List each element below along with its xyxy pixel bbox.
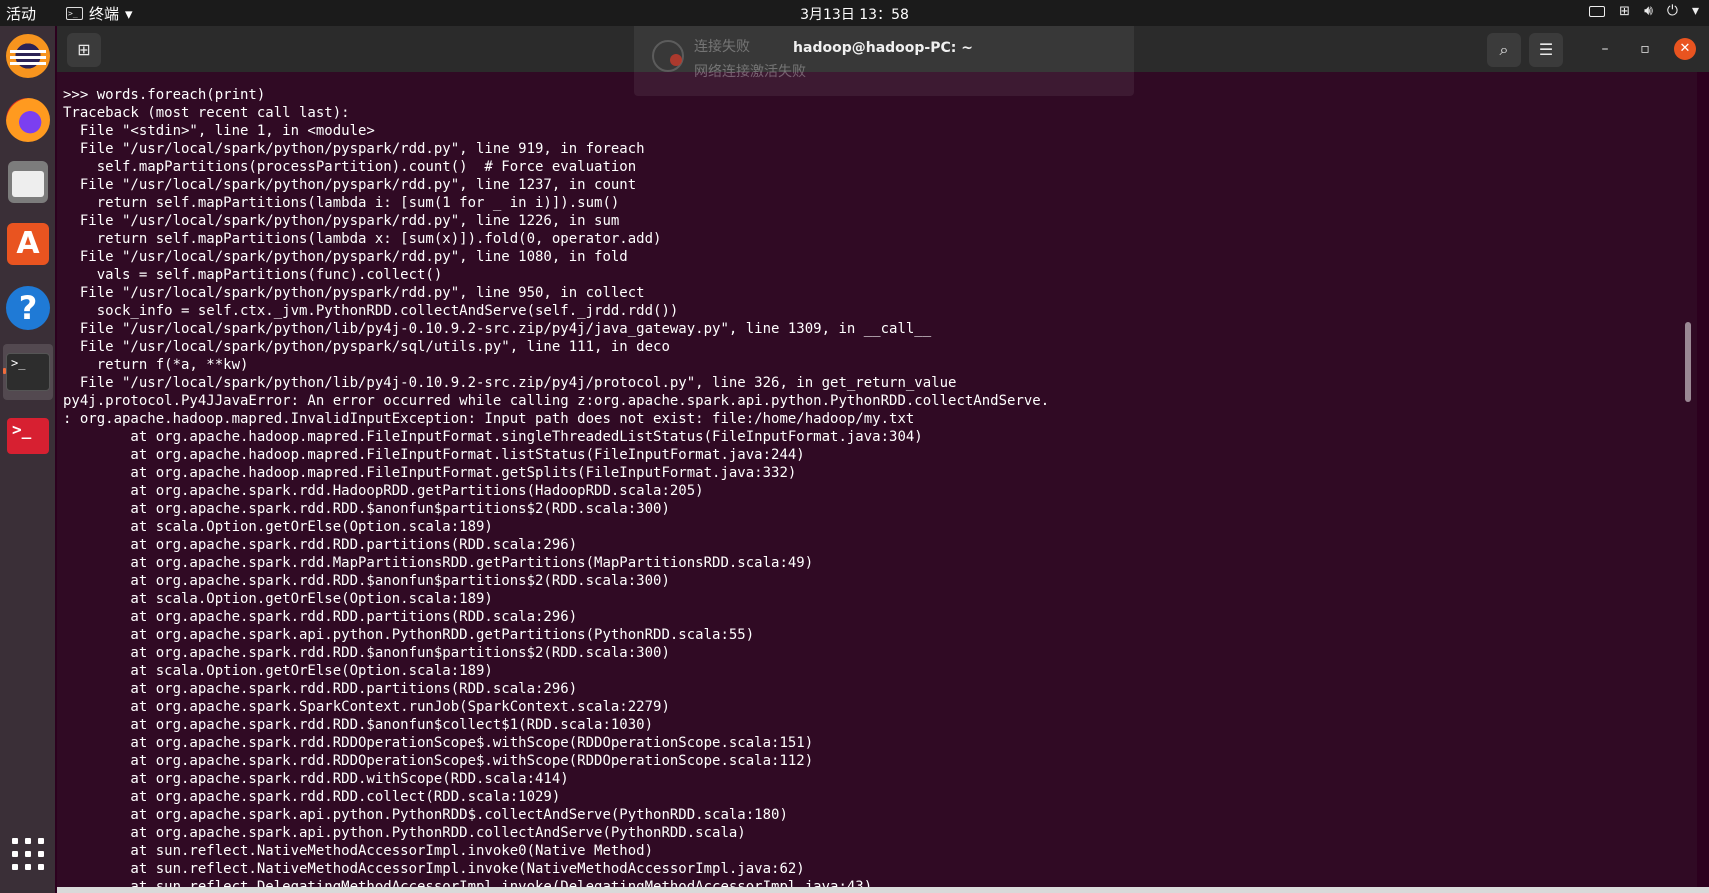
clock[interactable]: 3月13日 13：58 [800,7,909,23]
terminal-icon: >_ [6,353,50,391]
terminal-line: self.mapPartitions(processPartition).cou… [63,159,637,175]
new-tab-icon: ⊞ [77,40,91,59]
search-icon: ⌕ [1499,40,1509,59]
terminal-line: at org.apache.spark.rdd.RDD.collect(RDD.… [63,789,561,805]
maximize-button[interactable]: ▫ [1634,38,1656,60]
keyboard-icon[interactable] [1589,5,1606,17]
hamburger-menu-icon: ☰ [1538,40,1554,59]
help-icon: ? [6,286,50,330]
dock-item-software[interactable]: A [3,216,53,272]
notification-title: 连接失败 [694,39,750,55]
terminal-line: at org.apache.spark.rdd.RDDOperationScop… [63,735,814,751]
app-grid-icon [12,838,44,870]
terminal-line: at org.apache.hadoop.mapred.FileInputFor… [63,429,923,445]
terminal-line: at org.apache.spark.api.python.PythonRDD… [63,807,788,823]
terminal-line: at org.apache.spark.rdd.RDD.$anonfun$par… [63,501,670,517]
chevron-down-icon: ▾ [125,4,133,23]
terminal-line: File "/usr/local/spark/python/lib/py4j-0… [63,375,957,391]
app-menu[interactable]: >_ 终端 ▾ [66,3,133,24]
terminal-line: File "/usr/local/spark/python/pyspark/rd… [63,213,620,229]
terminal-line: at sun.reflect.NativeMethodAccessorImpl.… [63,861,805,877]
terminal-line: at org.apache.hadoop.mapred.FileInputFor… [63,465,797,481]
notification-popup[interactable]: 连接失败 网络连接激活失败 [634,26,1134,96]
terminal-line: at org.apache.spark.api.python.PythonRDD… [63,627,755,643]
terminal-line: at org.apache.spark.rdd.RDDOperationScop… [63,753,814,769]
firefox-icon [6,98,50,142]
running-indicator [3,368,6,374]
terminal-line: py4j.protocol.Py4JJavaError: An error oc… [63,393,1050,409]
terminal-line: at org.apache.spark.rdd.RDD.$anonfun$par… [63,573,670,589]
dock-item-firefox[interactable] [3,92,53,148]
notification-body: 网络连接激活失败 [694,64,806,80]
terminal-line: at org.apache.spark.rdd.HadoopRDD.getPar… [63,483,704,499]
dock-item-files[interactable] [3,154,53,210]
power-icon[interactable]: ⏻ [1667,3,1678,19]
terminal-line: at org.apache.spark.rdd.MapPartitionsRDD… [63,555,814,571]
terminal-line: at sun.reflect.DelegatingMethodAccessorI… [63,879,873,887]
close-icon: ✕ [1679,41,1691,56]
terminal-line: vals = self.mapPartitions(func).collect(… [63,267,443,283]
terminal-small-icon: >_ [66,7,83,20]
terminal-lines: >>> words.foreach(print) Traceback (most … [63,86,1049,887]
dock-item-eclipse[interactable] [3,28,53,84]
terminal-line: File "/usr/local/spark/python/pyspark/rd… [63,249,628,265]
terminal-line: at sun.reflect.NativeMethodAccessorImpl.… [63,843,654,859]
terminal-line: File "/usr/local/spark/python/lib/py4j-0… [63,321,932,337]
clock-container: 3月13日 13：58 [0,4,1709,24]
terminal-line: at org.apache.spark.api.python.PythonRDD… [63,825,746,841]
terminal-output[interactable]: >>> words.foreach(print) Traceback (most … [57,72,1697,887]
eclipse-icon [6,34,50,78]
maximize-icon: ▫ [1640,41,1650,57]
terminal-line: return self.mapPartitions(lambda x: [sum… [63,231,662,247]
files-icon [8,161,48,203]
minimize-icon: – [1601,41,1609,57]
terminal-line: return f(*a, **kw) [63,357,249,373]
terminal-line: : org.apache.hadoop.mapred.InvalidInputE… [63,411,915,427]
network-icon[interactable]: ⊞ [1619,4,1630,19]
terminal-line: at org.apache.spark.rdd.RDD.partitions(R… [63,681,578,697]
dock-item-app-grid[interactable] [3,826,53,882]
terminal-line: at scala.Option.getOrElse(Option.scala:1… [63,519,493,535]
dock-item-help[interactable]: ? [3,280,53,336]
activities-button[interactable]: 活动 [6,3,36,24]
terminal-line: at org.apache.spark.rdd.RDD.$anonfun$par… [63,645,670,661]
software-center-icon: A [7,223,49,265]
terminal-line: at org.apache.spark.rdd.RDD.withScope(RD… [63,771,569,787]
terminal-alt-icon: >_ [7,418,49,454]
system-tray[interactable]: ⊞ 🔊︎ ⏻ ▾ [1589,3,1699,19]
terminal-line: Traceback (most recent call last): [63,105,350,121]
terminal-line: at org.apache.spark.SparkContext.runJob(… [63,699,670,715]
volume-icon[interactable]: 🔊︎ [1644,3,1653,19]
tray-menu-icon[interactable]: ▾ [1692,3,1699,19]
dock: A ? >_ >_ [0,26,55,893]
terminal-line: at org.apache.hadoop.mapred.FileInputFor… [63,447,805,463]
minimize-button[interactable]: – [1594,38,1616,60]
menu-button[interactable]: ☰ [1529,33,1563,67]
terminal-line: File "/usr/local/spark/python/pyspark/rd… [63,285,645,301]
top-bar: 活动 >_ 终端 ▾ 3月13日 13：58 ⊞ 🔊︎ ⏻ ▾ [0,0,1709,26]
close-button[interactable]: ✕ [1674,38,1696,60]
terminal-line: File "/usr/local/spark/python/pyspark/rd… [63,177,637,193]
window-bottom-edge [57,887,1709,893]
terminal-line: at org.apache.spark.rdd.RDD.partitions(R… [63,609,578,625]
terminal-line: at org.apache.spark.rdd.RDD.$anonfun$col… [63,717,654,733]
terminal-line: sock_info = self.ctx._jvm.PythonRDD.coll… [63,303,679,319]
terminal-line: at scala.Option.getOrElse(Option.scala:1… [63,591,493,607]
error-badge-icon [670,54,682,66]
dock-item-terminal[interactable]: >_ [3,344,53,400]
app-menu-label: 终端 [89,5,120,23]
scrollbar[interactable] [1685,322,1691,402]
terminal-line: at org.apache.spark.rdd.RDD.partitions(R… [63,537,578,553]
search-button[interactable]: ⌕ [1487,33,1521,67]
terminal-line: File "/usr/local/spark/python/pyspark/sq… [63,339,670,355]
terminal-line: return self.mapPartitions(lambda i: [sum… [63,195,620,211]
new-tab-button[interactable]: ⊞ [67,33,101,67]
terminal-line: at scala.Option.getOrElse(Option.scala:1… [63,663,493,679]
terminal-line: File "/usr/local/spark/python/pyspark/rd… [63,141,645,157]
terminal-line: File "<stdin>", line 1, in <module> [63,123,375,139]
dock-item-terminal-alt[interactable]: >_ [3,408,53,464]
